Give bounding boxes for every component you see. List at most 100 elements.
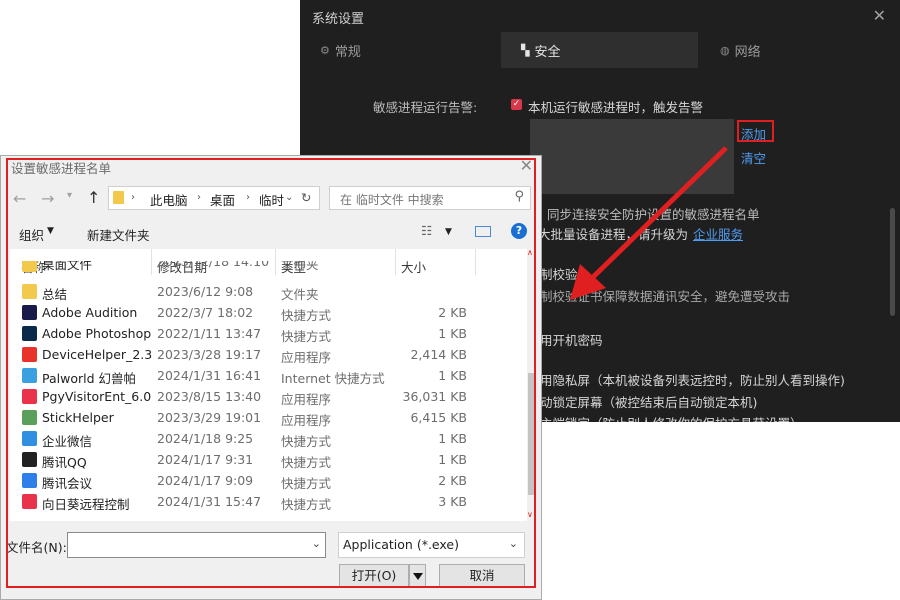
scroll-up-icon[interactable]: ∧ <box>527 248 533 257</box>
filename-input[interactable]: ⌄ <box>67 532 326 558</box>
file-dialog: 设置敏感进程名单 ✕ ← → ▾ ↑ › 此电脑 › 桌面 › 临时 ⌄ ↻ 在… <box>0 155 542 600</box>
refresh-icon[interactable]: ↻ <box>301 190 311 205</box>
file-type: 文件夹 <box>281 287 319 302</box>
folder-icon <box>113 191 124 204</box>
dialog-title: 设置敏感进程名单 <box>11 161 112 176</box>
file-row[interactable]: 企业微信 2024/1/18 9:25 快捷方式 1 KB <box>10 429 520 450</box>
organize-menu[interactable]: 组织 <box>19 225 44 244</box>
filetype-value: Application (*.exe) <box>343 537 459 552</box>
file-type: 快捷方式 <box>281 497 332 512</box>
chevron-right-icon: › <box>246 192 250 203</box>
address-bar[interactable]: › 此电脑 › 桌面 › 临时 ⌄ ↻ <box>108 186 320 210</box>
up-arrow-icon[interactable]: ↑ <box>87 188 100 207</box>
file-list: 名称 修改日期 类型 大小 桌面文件2023/12/18 14:10文件夹总结2… <box>10 249 528 521</box>
file-name: Palworld 幻兽帕 <box>42 371 137 386</box>
view-options-icon[interactable]: ☷ <box>421 223 432 238</box>
preview-pane-icon[interactable] <box>475 226 491 237</box>
folder-icon <box>22 284 37 299</box>
chevron-down-icon <box>412 573 423 580</box>
file-name: Adobe Photoshop <box>42 326 152 341</box>
chevron-down-icon[interactable]: ⌄ <box>312 537 321 550</box>
file-date: 2022/3/7 18:02 <box>157 305 254 320</box>
file-row[interactable]: Adobe Photoshop 2022/1/11 13:47 快捷方式 1 KB <box>10 324 520 345</box>
breadcrumb-temp[interactable]: 临时 <box>259 190 284 209</box>
file-type: 快捷方式 <box>281 434 332 449</box>
chevron-right-icon: › <box>197 192 201 203</box>
filename-label: 文件名(N): <box>6 540 67 555</box>
file-type: 应用程序 <box>281 350 332 365</box>
chevron-down-icon[interactable]: ▼ <box>445 227 452 237</box>
file-date: 2022/1/11 13:47 <box>157 326 262 341</box>
file-row[interactable]: Palworld 幻兽帕 2024/1/31 16:41 Internet 快捷方式… <box>10 366 520 387</box>
breadcrumb-this-pc[interactable]: 此电脑 <box>150 190 188 209</box>
file-list-scrollbar[interactable]: ∧ ∨ <box>527 248 536 521</box>
adobe-audition-icon <box>22 305 37 320</box>
file-size: 2 KB <box>438 305 467 320</box>
file-row[interactable]: DeviceHelper_2.3 2023/3/28 19:17 应用程序 2,414… <box>10 345 520 366</box>
file-name: DeviceHelper_2.3 <box>42 347 153 362</box>
search-input[interactable]: 在 临时文件 中搜索 ⚲ <box>329 186 531 210</box>
file-size: 1 KB <box>438 326 467 341</box>
file-row[interactable]: 向日葵远程控制 2024/1/31 15:47 快捷方式 3 KB <box>10 492 520 513</box>
pgyvisitor-icon <box>22 389 37 404</box>
devicehelper-icon <box>22 347 37 362</box>
file-size: 6,415 KB <box>410 410 467 425</box>
file-size: 1 KB <box>438 431 467 446</box>
chevron-down-icon[interactable]: ▼ <box>47 226 54 236</box>
file-size: 1 KB <box>438 368 467 383</box>
file-type: 快捷方式 <box>281 476 332 491</box>
back-arrow-icon[interactable]: ← <box>13 189 26 208</box>
sunlogin-icon <box>22 494 37 509</box>
dialog-close-icon[interactable]: ✕ <box>520 156 533 175</box>
file-date: 2024/1/31 16:41 <box>157 368 262 383</box>
recent-dropdown-icon[interactable]: ▾ <box>67 190 72 201</box>
stickhelper-icon <box>22 410 37 425</box>
file-type: 应用程序 <box>281 392 332 407</box>
file-name: PgyVisitorEnt_6.0 <box>42 389 152 404</box>
file-name: Adobe Audition <box>42 305 138 320</box>
file-name: 向日葵远程控制 <box>42 497 130 512</box>
file-row[interactable]: 腾讯会议 2024/1/17 9:09 快捷方式 2 KB <box>10 471 520 492</box>
chevron-down-icon: ⌄ <box>508 537 518 550</box>
scroll-down-icon[interactable]: ∨ <box>527 510 533 519</box>
file-size: 2,414 KB <box>410 347 467 362</box>
cancel-button[interactable]: 取消 <box>439 564 525 588</box>
new-folder-button[interactable]: 新建文件夹 <box>87 225 150 244</box>
search-icon[interactable]: ⚲ <box>514 189 524 204</box>
file-name: 企业微信 <box>42 434 93 449</box>
filetype-select[interactable]: Application (*.exe) ⌄ <box>338 532 525 558</box>
file-date: 2023/3/28 19:17 <box>157 347 262 362</box>
file-row[interactable]: 腾讯QQ 2024/1/17 9:31 快捷方式 1 KB <box>10 450 520 471</box>
file-size: 2 KB <box>438 473 467 488</box>
chevron-down-icon[interactable]: ⌄ <box>285 192 293 203</box>
file-name: 总结 <box>42 287 68 302</box>
file-row[interactable]: StickHelper 2023/3/29 19:01 应用程序 6,415 KB <box>10 408 520 429</box>
qq-icon <box>22 452 37 467</box>
file-row[interactable]: 总结 2023/6/12 9:08 文件夹 <box>10 282 520 303</box>
file-size: 1 KB <box>438 452 467 467</box>
open-button[interactable]: 打开(O) <box>339 564 409 588</box>
wecom-icon <box>22 431 37 446</box>
file-row[interactable]: PgyVisitorEnt_6.0 2023/8/15 13:40 应用程序 36,0… <box>10 387 520 408</box>
file-row[interactable]: Adobe Audition 2022/3/7 18:02 快捷方式 2 KB <box>10 303 520 324</box>
file-date: 2023/3/29 19:01 <box>157 410 262 425</box>
open-dropdown-button[interactable] <box>409 564 426 588</box>
file-date: 2024/1/17 9:09 <box>157 473 254 488</box>
help-icon[interactable]: ? <box>511 223 527 239</box>
file-name: StickHelper <box>42 410 114 425</box>
forward-arrow-icon[interactable]: → <box>41 189 54 208</box>
file-size: 36,031 KB <box>402 389 467 404</box>
file-name: 桌面文件 <box>42 261 93 272</box>
file-date: 2023/8/15 13:40 <box>157 389 262 404</box>
adobe-photoshop-icon <box>22 326 37 341</box>
file-date: 2023/6/12 9:08 <box>157 284 254 299</box>
file-type: 快捷方式 <box>281 308 332 323</box>
file-row[interactable]: 桌面文件 2023/12/18 14:10 文件夹 <box>10 261 520 275</box>
file-type: Internet 快捷方式 <box>281 371 385 386</box>
file-type: 快捷方式 <box>281 455 332 470</box>
file-type: 快捷方式 <box>281 329 332 344</box>
file-name: 腾讯QQ <box>42 455 87 470</box>
scrollbar-thumb[interactable] <box>528 373 535 495</box>
tencent-meeting-icon <box>22 473 37 488</box>
breadcrumb-desktop[interactable]: 桌面 <box>210 190 235 209</box>
